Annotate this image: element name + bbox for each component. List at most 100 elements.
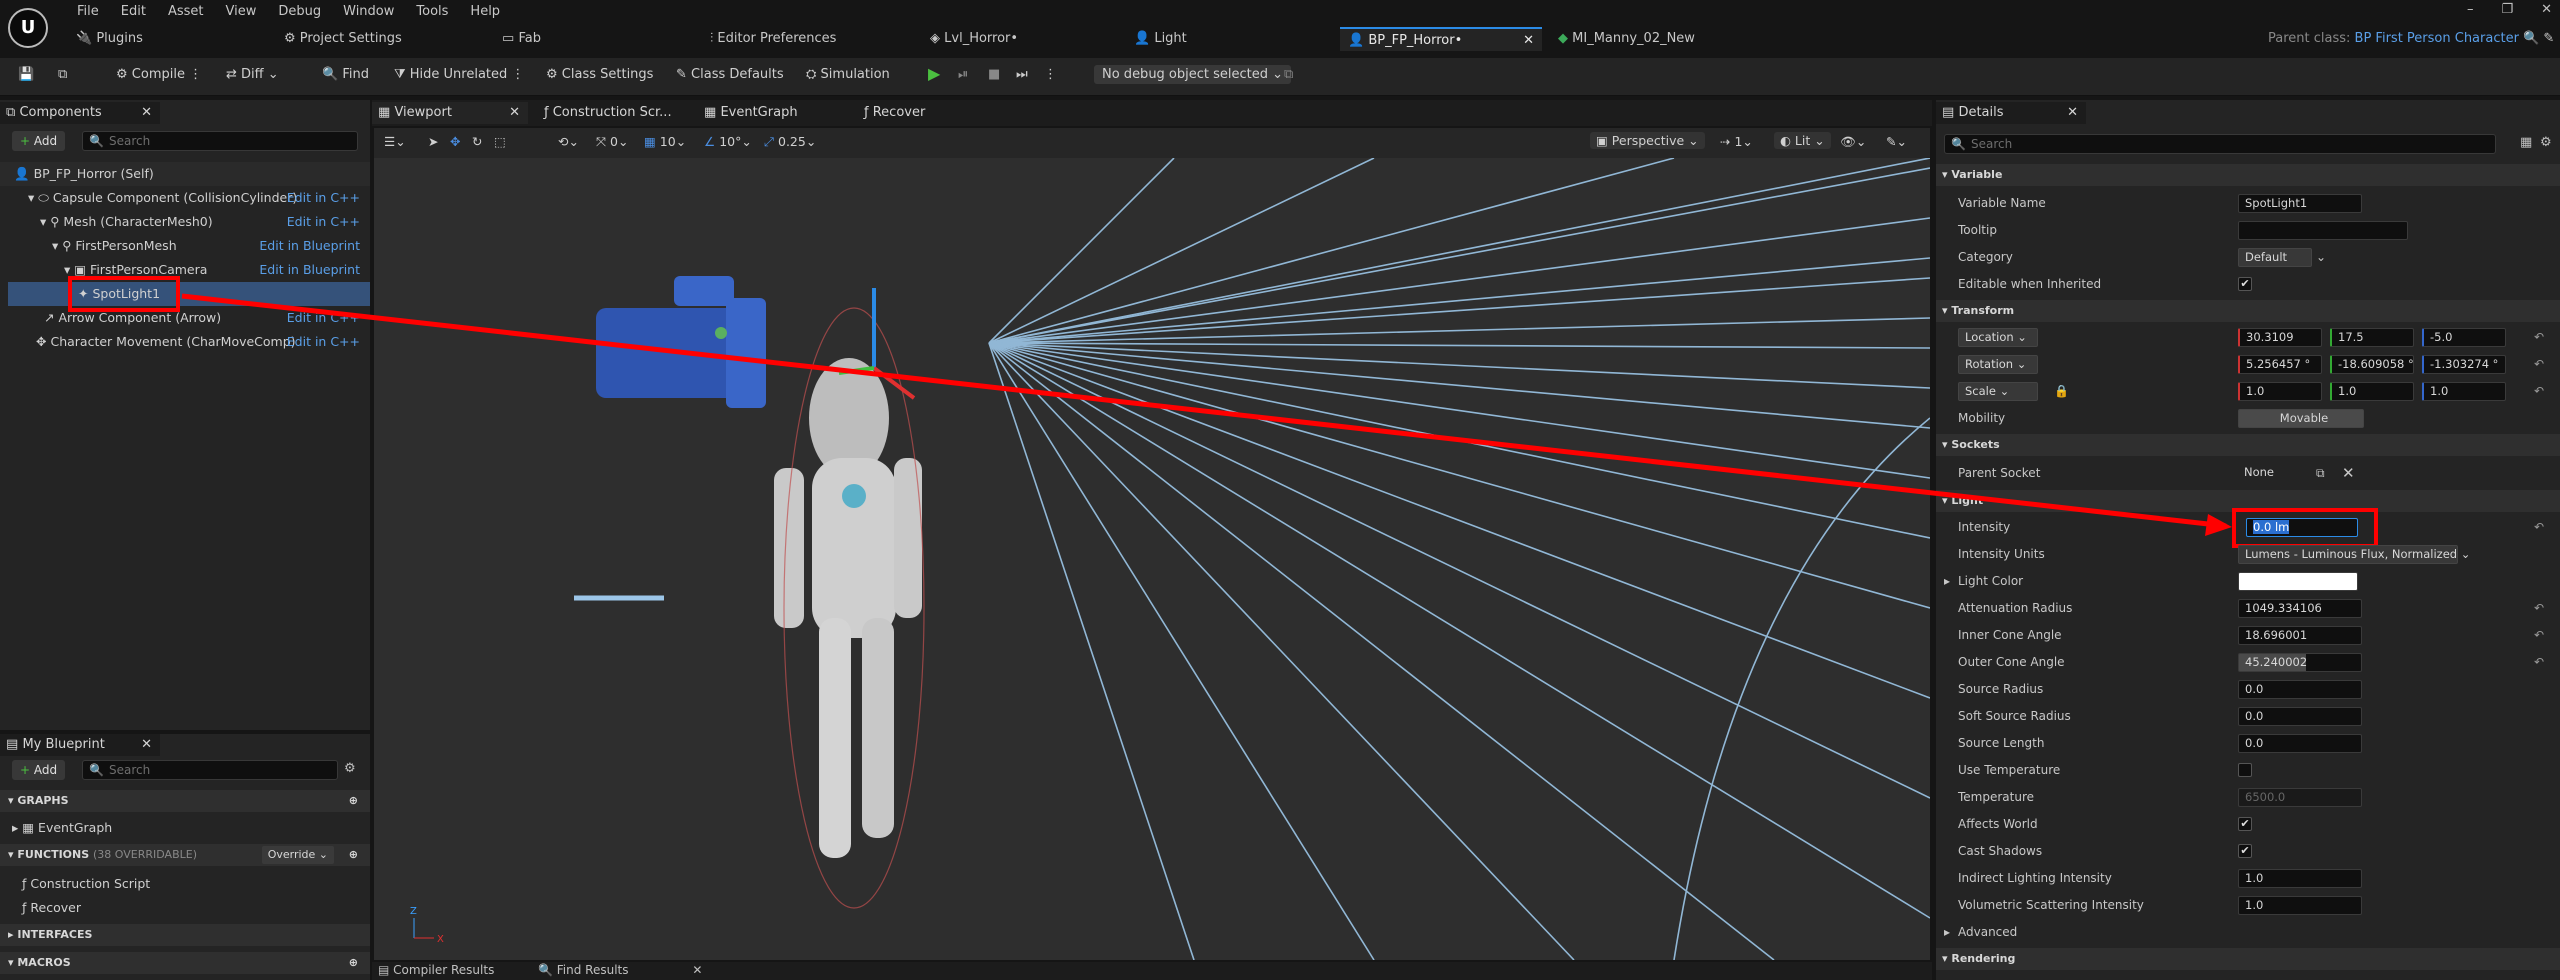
location-dropdown[interactable]: Location ⌄ [1958, 328, 2038, 347]
tree-row-firstpersoncamera[interactable]: ▾ ▣ FirstPersonCamera Edit in Blueprint [0, 258, 370, 282]
tree-row-self[interactable]: 👤 BP_FP_Horror (Self) [0, 162, 370, 186]
compile-button[interactable]: ⚙ Compile ⋮ [116, 67, 202, 82]
light-color-swatch[interactable] [2238, 572, 2358, 591]
menu-window[interactable]: Window [332, 3, 405, 21]
reset-icon[interactable]: ↶ [2534, 514, 2544, 541]
viewport-options-icon[interactable]: ☰⌄ [384, 134, 406, 149]
play-icon[interactable]: ▶ [928, 64, 940, 83]
tree-row-mesh[interactable]: ▾ ⚲ Mesh (CharacterMesh0) Edit in C++ [0, 210, 370, 234]
scale-z-field[interactable]: 1.0 [2422, 382, 2506, 401]
source-length-field[interactable]: 0.0 [2238, 734, 2362, 753]
select-icon[interactable]: ➤ [428, 134, 438, 149]
section-transform[interactable]: ▾ Transform [1936, 300, 2560, 322]
section-variable[interactable]: ▾ Variable [1936, 164, 2560, 186]
world-local-icon[interactable]: ⟲⌄ [558, 134, 579, 149]
tooltip-field[interactable] [2238, 221, 2408, 240]
find-button[interactable]: 🔍 Find [322, 67, 369, 82]
variable-name-field[interactable]: SpotLight1 [2238, 194, 2362, 213]
location-z-field[interactable]: -5.0 [2422, 328, 2506, 347]
function-recover[interactable]: ƒ Recover [0, 896, 370, 920]
chevron-down-icon[interactable]: ⌄ [2316, 244, 2326, 271]
surface-snap-button[interactable]: ⤧ 0⌄ [596, 134, 628, 150]
blueprint-search-input[interactable]: 🔍 Search [82, 760, 338, 780]
close-icon[interactable]: ✕ [141, 734, 152, 756]
edit-in-cpp-link[interactable]: Edit in C++ [287, 330, 360, 354]
tree-row-spotlight1[interactable]: ✦ SpotLight1 [8, 282, 370, 306]
tab-lvl-horror[interactable]: ◈ Lvl_Horror• [930, 27, 1018, 51]
rotation-dropdown[interactable]: Rotation ⌄ [1958, 355, 2038, 374]
edit-in-cpp-link[interactable]: Edit in C++ [287, 210, 360, 234]
edit-in-cpp-link[interactable]: Edit in C++ [287, 186, 360, 210]
scale-x-field[interactable]: 1.0 [2238, 382, 2322, 401]
edit-in-blueprint-link[interactable]: Edit in Blueprint [259, 234, 360, 258]
close-window-icon[interactable]: ✕ [2541, 2, 2552, 17]
add-blueprint-item-button[interactable]: + Add [12, 760, 66, 780]
section-sockets[interactable]: ▾ Sockets [1936, 434, 2560, 456]
tab-plugins[interactable]: 🔌 Plugins [76, 27, 143, 51]
view-mode-dropdown[interactable]: ◐ Lit ⌄ [1774, 132, 1831, 149]
location-y-field[interactable]: 17.5 [2330, 328, 2414, 347]
lock-icon[interactable]: 🔒 [2054, 378, 2069, 405]
section-rendering[interactable]: ▾ Rendering [1936, 948, 2560, 970]
menu-debug[interactable]: Debug [267, 3, 332, 21]
cast-shadows-checkbox[interactable]: ✔ [2238, 844, 2252, 858]
tab-light[interactable]: 👤 Light [1134, 27, 1187, 51]
minimize-icon[interactable]: – [2467, 2, 2474, 17]
menu-help[interactable]: Help [459, 3, 511, 21]
soft-source-radius-field[interactable]: 0.0 [2238, 707, 2362, 726]
viewport[interactable]: ☰⌄ ➤ ✥ ↻ ⬚ ⟲⌄ ⤧ 0⌄ ▦ 10⌄ ∠ 10°⌄ ⤢ 0.25⌄ … [374, 128, 1930, 960]
tree-row-capsule[interactable]: ▾ ⬭ Capsule Component (CollisionCylinder… [0, 186, 370, 210]
close-icon[interactable]: ✕ [1523, 29, 1534, 53]
tab-components[interactable]: ⧉ Components ✕ [0, 102, 160, 124]
debug-object-dropdown[interactable]: No debug object selected ⌄ [1094, 65, 1292, 84]
reset-icon[interactable]: ↶ [2534, 622, 2544, 649]
tab-compiler-results[interactable]: ▤ Compiler Results [378, 963, 494, 977]
category-dropdown[interactable]: Default [2238, 248, 2312, 267]
tab-construction-script[interactable]: ƒ Construction Scr... [538, 102, 688, 124]
translate-icon[interactable]: ✥ [450, 134, 460, 149]
reset-icon[interactable]: ↶ [2534, 351, 2544, 378]
grid-snap-button[interactable]: ▦ 10⌄ [644, 134, 686, 149]
tab-bp-fp-horror[interactable]: 👤 BP_FP_Horror• ✕ [1340, 27, 1542, 51]
menu-asset[interactable]: Asset [157, 3, 215, 21]
class-settings-button[interactable]: ⚙ Class Settings [546, 67, 653, 82]
close-icon[interactable]: ✕ [692, 963, 702, 977]
reset-icon[interactable]: ↶ [2534, 595, 2544, 622]
edit-icon[interactable]: ✎ [2543, 31, 2554, 46]
components-search-input[interactable]: 🔍 Search [82, 131, 358, 151]
close-icon[interactable]: ✕ [141, 102, 152, 124]
clear-icon[interactable]: ✕ [2342, 460, 2355, 487]
restore-icon[interactable]: ❐ [2501, 2, 2513, 17]
editable-inherited-checkbox[interactable]: ✔ [2238, 277, 2252, 291]
gear-icon[interactable]: ⚙ [344, 761, 356, 776]
tab-recover[interactable]: ƒ Recover [858, 102, 1008, 124]
graph-eventgraph[interactable]: ▸ ▦ EventGraph [0, 816, 370, 840]
browse-socket-icon[interactable]: ⧉ [2316, 460, 2325, 487]
stop-icon[interactable]: ■ [988, 67, 1000, 82]
unreal-logo-icon[interactable]: U [8, 8, 48, 48]
affects-world-checkbox[interactable]: ✔ [2238, 817, 2252, 831]
menu-file[interactable]: File [66, 3, 110, 21]
close-icon[interactable]: ✕ [2067, 102, 2078, 124]
rotation-z-field[interactable]: -1.303274 ° [2422, 355, 2506, 374]
reset-icon[interactable]: ↶ [2534, 649, 2544, 676]
rotation-x-field[interactable]: 5.256457 ° [2238, 355, 2322, 374]
add-icon[interactable]: ⊕ [349, 844, 358, 866]
gear-icon[interactable]: ⚙ [2540, 135, 2552, 150]
scale-dropdown[interactable]: Scale ⌄ [1958, 382, 2038, 401]
class-defaults-button[interactable]: ✎ Class Defaults [676, 67, 784, 82]
eject-icon[interactable]: ⏭ [1016, 67, 1028, 82]
scale-y-field[interactable]: 1.0 [2330, 382, 2414, 401]
edit-in-cpp-link[interactable]: Edit in C++ [287, 306, 360, 330]
save-icon[interactable]: 💾 [18, 67, 34, 82]
search-icon[interactable]: 🔍 [2523, 31, 2539, 46]
step-icon[interactable]: ⏯ [958, 67, 968, 82]
show-flags-icon[interactable]: 👁⌄ [1840, 134, 1866, 150]
reset-icon[interactable]: ↶ [2534, 324, 2544, 351]
outer-cone-field[interactable]: 45.240002 [2238, 653, 2362, 672]
edit-in-blueprint-link[interactable]: Edit in Blueprint [259, 258, 360, 282]
browse-icon[interactable]: ⧉ [58, 67, 67, 82]
section-interfaces[interactable]: ▸ INTERFACES [0, 924, 370, 946]
play-options-icon[interactable]: ⋮ [1044, 67, 1057, 82]
scale-snap-button[interactable]: ⤢ 0.25⌄ [764, 134, 816, 150]
